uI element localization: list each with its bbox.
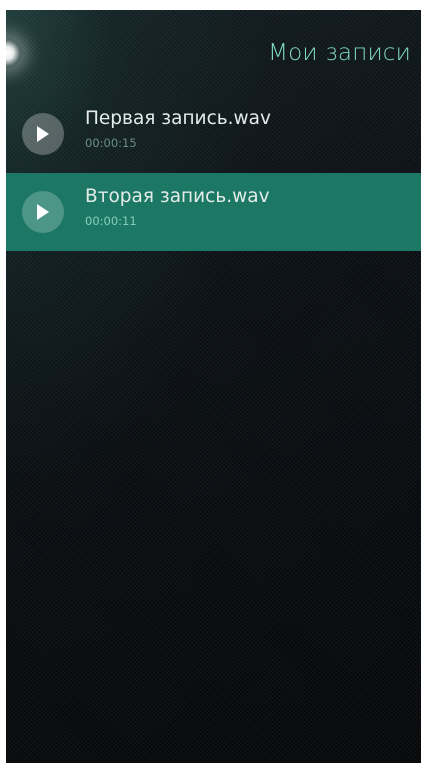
play-icon [37,126,49,142]
page-title: Мои записи [268,40,411,66]
recording-name: Первая запись.wav [85,108,271,129]
recordings-list: Первая запись.wav 00:00:15 Вторая запись… [6,95,421,251]
app-screen: Мои записи Первая запись.wav 00:00:15 Вт… [6,10,421,763]
recording-name: Вторая запись.wav [85,186,270,207]
list-item-recording-1[interactable]: Первая запись.wav 00:00:15 [6,95,421,173]
recording-duration: 00:00:11 [85,214,137,228]
play-icon [37,204,49,220]
play-button[interactable] [22,191,64,233]
recording-duration: 00:00:15 [85,136,137,150]
play-button[interactable] [22,113,64,155]
list-item-recording-2[interactable]: Вторая запись.wav 00:00:11 [6,173,421,251]
pulley-glow-indicator [6,38,22,68]
